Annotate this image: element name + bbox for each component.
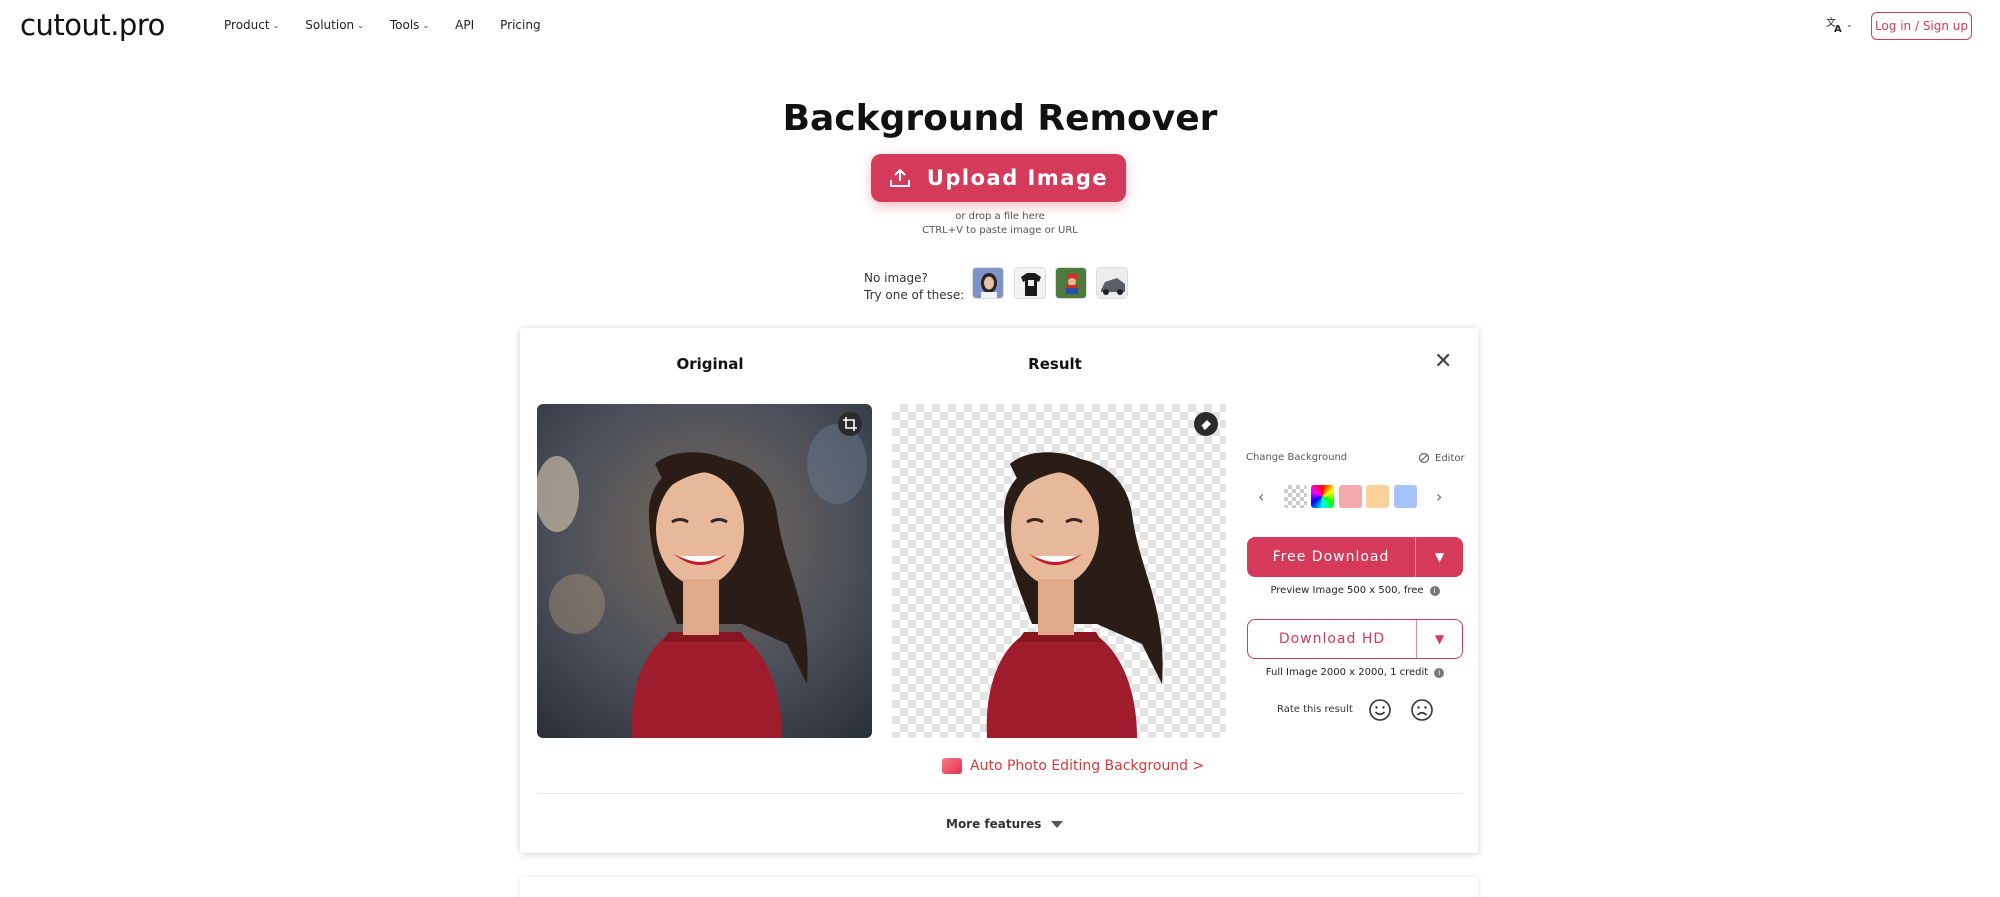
page-title: Background Remover	[782, 98, 1218, 139]
eraser-icon[interactable]	[1194, 412, 1218, 436]
result-heading: Result	[1028, 355, 1082, 373]
swatch-color-picker[interactable]	[1311, 485, 1334, 508]
logo[interactable]: cutout.pro	[20, 8, 165, 42]
free-download-label: Free Download	[1272, 549, 1390, 565]
original-image	[537, 404, 872, 738]
smile-face-icon[interactable]	[1367, 697, 1393, 723]
dropdown-arrow-icon[interactable]: ▼	[1417, 632, 1462, 646]
drop-hint: or drop a file here	[955, 211, 1045, 222]
editor-icon	[1418, 452, 1430, 464]
sample-thumbnail-girl[interactable]	[972, 267, 1004, 299]
original-heading: Original	[676, 355, 744, 373]
result-image	[892, 404, 1226, 738]
chevron-left-icon[interactable]: ‹	[1258, 487, 1264, 506]
nav-item-label: Tools	[389, 18, 420, 32]
nav-item-label: Solution	[305, 18, 355, 32]
swatch-pink[interactable]	[1339, 485, 1362, 508]
download-hd-button[interactable]: Download HD ▼	[1247, 619, 1463, 659]
more-features-label: More features	[946, 817, 1042, 831]
nav-menu: Product ⌄ Solution ⌄ Tools ⌄ API Pricing	[224, 18, 567, 32]
preview-info: Preview Image 500 x 500, free i	[1247, 585, 1463, 596]
nav-item-tools[interactable]: Tools ⌄	[390, 18, 429, 32]
upload-icon	[889, 168, 910, 187]
free-download-button[interactable]: Free Download ▼	[1247, 537, 1463, 577]
button-divider	[1416, 620, 1417, 658]
more-features-toggle[interactable]: More features	[946, 817, 1064, 831]
sample-thumbnail-tshirt[interactable]	[1014, 267, 1046, 299]
divider	[537, 793, 1463, 794]
auto-photo-editing-link[interactable]: Auto Photo Editing Background >	[942, 758, 1204, 774]
swatch-transparent[interactable]	[1284, 485, 1307, 508]
nav-item-solution[interactable]: Solution ⌄	[305, 18, 364, 32]
auto-edit-label: Auto Photo Editing Background >	[970, 758, 1205, 774]
nav-item-api[interactable]: API	[455, 18, 474, 32]
language-selector[interactable]: 文A ⌄	[1826, 15, 1853, 33]
nav-item-label: Product	[224, 18, 270, 32]
sample-prompt: No image? Try one of these:	[864, 270, 964, 304]
info-icon[interactable]: i	[1434, 668, 1445, 678]
crop-icon[interactable]	[838, 412, 862, 436]
sample-thumbnail-car[interactable]	[1096, 267, 1128, 299]
nav-item-product[interactable]: Product ⌄	[224, 18, 279, 32]
change-background-label: Change Background	[1246, 452, 1348, 463]
full-info-text: Full Image 2000 x 2000, 1 credit	[1265, 667, 1429, 678]
sample-thumbnail-toy[interactable]	[1055, 267, 1087, 299]
next-section-card	[520, 877, 1478, 897]
editor-link[interactable]: Editor	[1418, 452, 1465, 464]
login-signup-button[interactable]: Log in / Sign up	[1871, 12, 1972, 40]
swatch-blue[interactable]	[1394, 485, 1417, 508]
swatch-peach[interactable]	[1366, 485, 1389, 508]
nav-item-label: API	[455, 18, 475, 32]
upload-label: Upload Image	[926, 166, 1109, 190]
close-icon[interactable]: ✕	[1434, 351, 1452, 373]
rate-label: Rate this result	[1277, 704, 1353, 715]
chevron-right-icon[interactable]: ›	[1436, 487, 1442, 506]
upload-image-button[interactable]: Upload Image	[871, 154, 1126, 202]
frown-face-icon[interactable]	[1409, 697, 1435, 723]
svg-text:A: A	[1834, 24, 1842, 33]
download-hd-label: Download HD	[1278, 631, 1386, 647]
chevron-down-icon: ⌄	[357, 20, 364, 30]
chevron-down-icon: ⌄	[422, 20, 430, 30]
chevron-down-icon: ⌄	[272, 20, 280, 30]
dropdown-arrow-icon[interactable]: ▼	[1416, 550, 1463, 564]
editor-label: Editor	[1435, 452, 1465, 464]
info-icon[interactable]: i	[1429, 586, 1440, 596]
translate-icon: 文A	[1826, 16, 1842, 33]
top-nav: cutout.pro Product ⌄ Solution ⌄ Tools ⌄ API…	[0, 0, 2000, 52]
full-image-info: Full Image 2000 x 2000, 1 credit i	[1247, 667, 1463, 678]
paste-hint: CTRL+V to paste image or URL	[922, 225, 1078, 236]
photo-edit-icon	[942, 758, 962, 774]
chevron-down-icon: ⌄	[1846, 19, 1853, 29]
no-image-text: No image?	[864, 271, 928, 285]
preview-info-text: Preview Image 500 x 500, free	[1270, 585, 1424, 596]
nav-item-label: Pricing	[500, 18, 541, 32]
nav-item-pricing[interactable]: Pricing	[500, 18, 540, 32]
try-these-text: Try one of these:	[864, 288, 965, 302]
caret-down-icon	[1051, 820, 1064, 828]
